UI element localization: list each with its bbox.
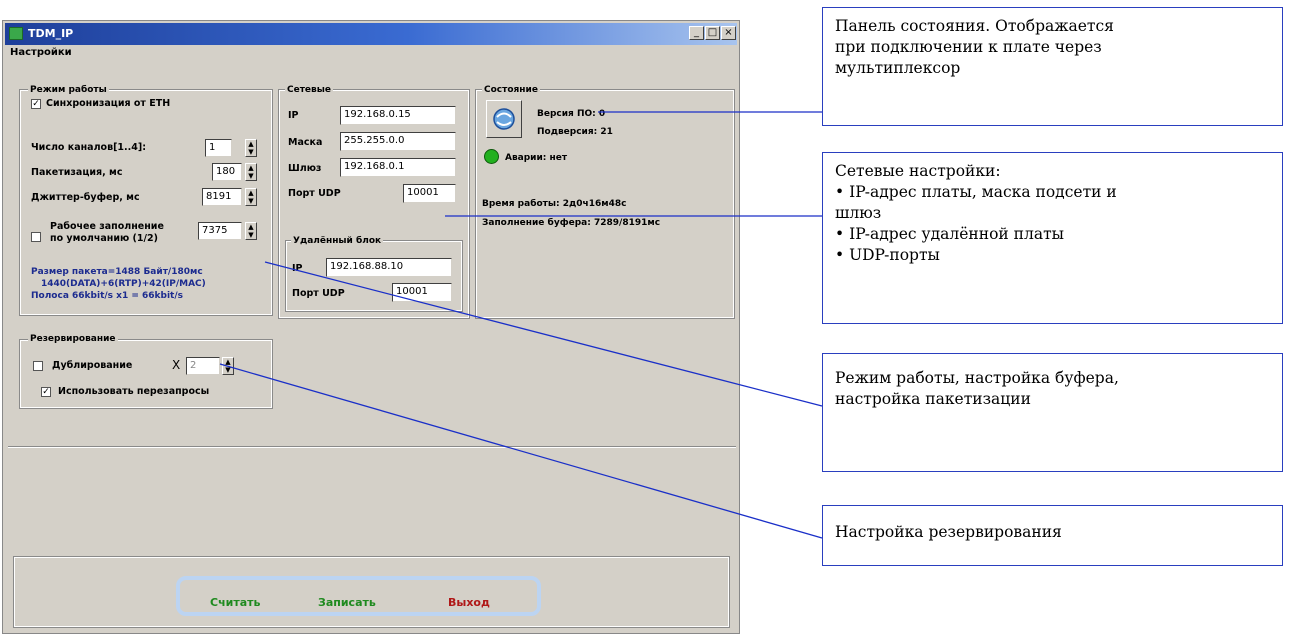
leader-line-reserve (219, 363, 823, 539)
leader-lines (219, 111, 823, 539)
leader-line-mode (264, 261, 823, 407)
